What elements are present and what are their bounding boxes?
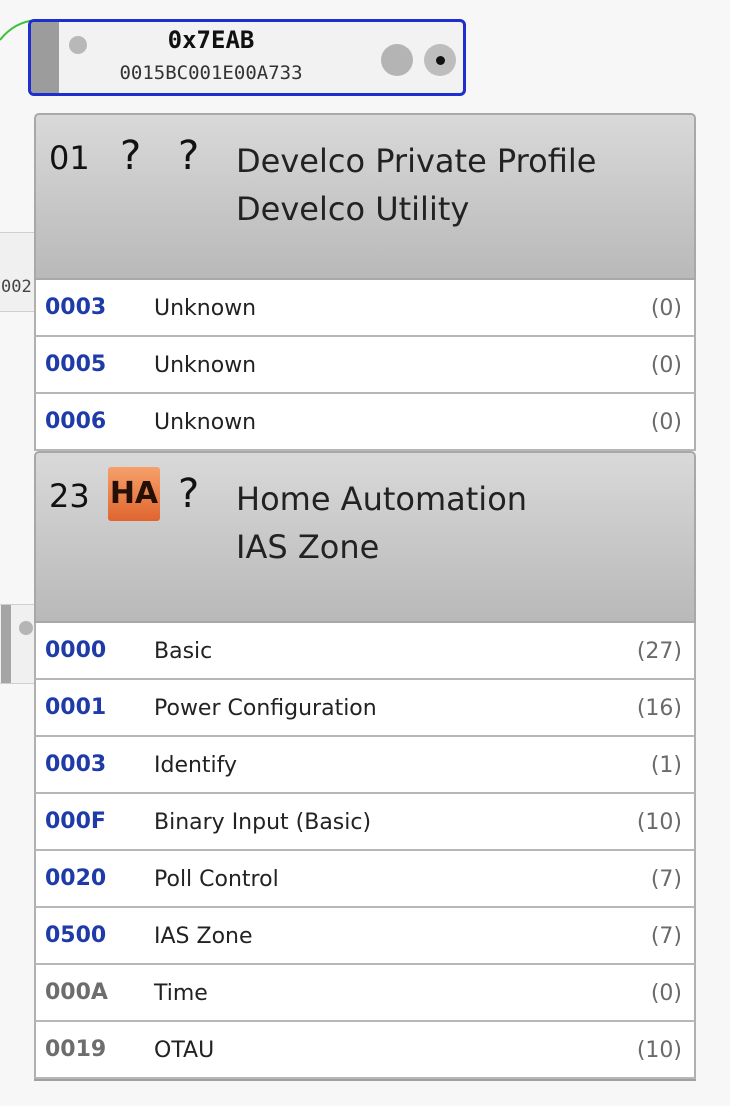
- cluster-attribute-count: (0): [650, 981, 682, 1006]
- cluster-name: IAS Zone: [154, 924, 253, 949]
- cluster-id: 0500: [45, 923, 107, 948]
- cluster-attribute-count: (7): [650, 867, 682, 892]
- device-unknown-icon: ?: [178, 471, 200, 517]
- ha-profile-badge: HA: [108, 467, 160, 521]
- cluster-attribute-count: (0): [650, 353, 682, 378]
- cluster-row[interactable]: 0001 Power Configuration (16): [34, 680, 696, 737]
- cluster-name: Unknown: [154, 296, 257, 321]
- node-socket-connected-icon[interactable]: [424, 44, 456, 76]
- cluster-row[interactable]: 0003 Unknown (0): [34, 280, 696, 337]
- cluster-row[interactable]: 0020 Poll Control (7): [34, 851, 696, 908]
- cluster-attribute-count: (10): [636, 1038, 682, 1063]
- cluster-row[interactable]: 000F Binary Input (Basic) (10): [34, 794, 696, 851]
- node-nwk-address: 0x7EAB: [167, 26, 255, 54]
- neighbor-status-dot-icon: [19, 621, 33, 635]
- cluster-attribute-count: (1): [650, 753, 682, 778]
- endpoint-profile: Develco Private Profile Develco Utility: [236, 137, 596, 233]
- cluster-row[interactable]: 0019 OTAU (10): [34, 1022, 696, 1079]
- device-name: Develco Utility: [236, 190, 470, 228]
- device-name: IAS Zone: [236, 528, 380, 566]
- neighbor-node-bar: [1, 605, 11, 683]
- endpoint-id: 23: [49, 477, 90, 515]
- node-socket-button[interactable]: [381, 44, 413, 76]
- cluster-name: Basic: [154, 639, 213, 664]
- cluster-attribute-count: (27): [636, 639, 682, 664]
- cluster-attribute-count: (0): [650, 296, 682, 321]
- cluster-attribute-count: (7): [650, 924, 682, 949]
- node-status-dot-icon: [69, 36, 87, 54]
- endpoint-id: 01: [49, 139, 90, 177]
- cluster-id: 0001: [45, 695, 107, 720]
- cluster-id: 0006: [45, 409, 107, 434]
- cluster-row[interactable]: 0005 Unknown (0): [34, 337, 696, 394]
- cluster-id: 0003: [45, 752, 107, 777]
- profile-unknown-icon: ?: [120, 133, 142, 179]
- endpoint-header[interactable]: 01 ? ? Develco Private Profile Develco U…: [34, 113, 696, 280]
- cluster-row[interactable]: 000A Time (0): [34, 965, 696, 1022]
- cluster-id: 000A: [45, 980, 108, 1005]
- node-header[interactable]: 0x7EAB 0015BC001E00A733: [28, 19, 466, 96]
- cluster-id: 0020: [45, 866, 107, 891]
- profile-name: Develco Private Profile: [236, 142, 597, 180]
- endpoint-panel: 01 ? ? Develco Private Profile Develco U…: [34, 113, 696, 1081]
- cluster-attribute-count: (0): [650, 410, 682, 435]
- cluster-id: 0000: [45, 638, 107, 663]
- device-unknown-icon: ?: [178, 133, 200, 179]
- profile-name: Home Automation: [236, 480, 528, 518]
- cluster-row[interactable]: 0500 IAS Zone (7): [34, 908, 696, 965]
- cluster-name: Poll Control: [154, 867, 279, 892]
- cluster-name: Power Configuration: [154, 696, 377, 721]
- cluster-row[interactable]: 0006 Unknown (0): [34, 394, 696, 451]
- cluster-name: OTAU: [154, 1038, 215, 1063]
- endpoint-header[interactable]: 23 HA ? Home Automation IAS Zone: [34, 451, 696, 623]
- cluster-name: Time: [154, 981, 208, 1006]
- cluster-attribute-count: (16): [636, 696, 682, 721]
- cluster-id: 0003: [45, 295, 107, 320]
- node-drag-bar[interactable]: [31, 22, 59, 93]
- neighbor-node-address: 002: [1, 277, 32, 297]
- cluster-id: 0019: [45, 1037, 107, 1062]
- endpoint-profile: Home Automation IAS Zone: [236, 475, 527, 571]
- cluster-name: Binary Input (Basic): [154, 810, 372, 835]
- panel-bottom-edge: [34, 1079, 696, 1081]
- node-ext-address: 0015BC001E00A733: [119, 62, 303, 84]
- cluster-row[interactable]: 0000 Basic (27): [34, 623, 696, 680]
- cluster-attribute-count: (10): [636, 810, 682, 835]
- cluster-id: 0005: [45, 352, 107, 377]
- cluster-id: 000F: [45, 809, 106, 834]
- cluster-name: Identify: [154, 753, 238, 778]
- cluster-row[interactable]: 0003 Identify (1): [34, 737, 696, 794]
- cluster-name: Unknown: [154, 353, 257, 378]
- cluster-name: Unknown: [154, 410, 257, 435]
